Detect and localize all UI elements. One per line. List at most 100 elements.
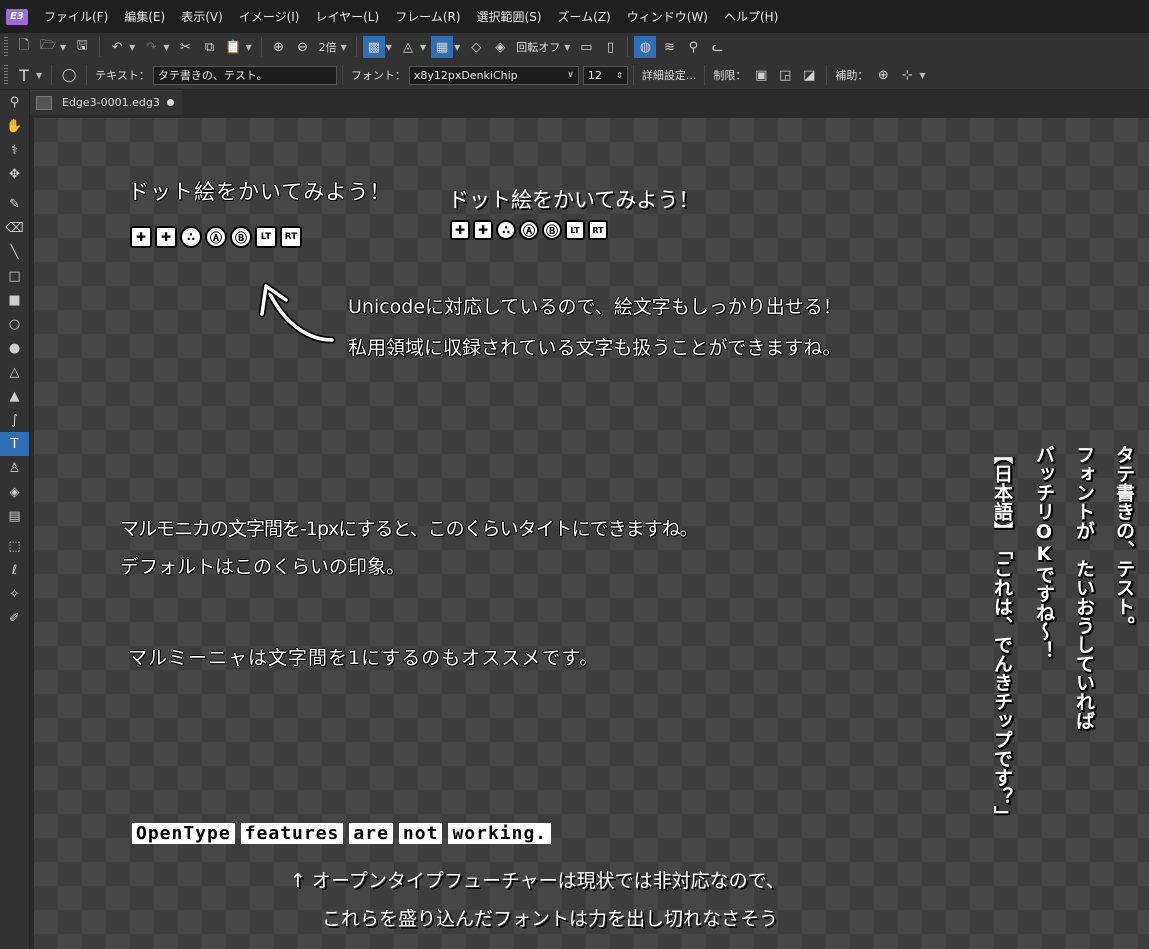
chevron-down-icon[interactable]: ▼ <box>341 43 347 52</box>
layers-icon[interactable]: ≋ <box>658 36 680 58</box>
zoom-in-icon[interactable]: ⊕ <box>268 36 290 58</box>
transparency-grid-icon[interactable]: ▩ <box>362 36 385 58</box>
line-tool-icon[interactable]: ╲ <box>0 240 29 264</box>
selection-pen-tool-icon[interactable]: ✐ <box>0 606 29 630</box>
divider <box>51 65 53 85</box>
flip-vertical-icon[interactable]: ◈ <box>489 36 511 58</box>
menu-edit[interactable]: 編集(E) <box>116 8 173 25</box>
font-size-value: 12 <box>587 68 602 82</box>
eyedropper-tool-icon[interactable]: ⚕ <box>0 138 29 162</box>
menu-layer[interactable]: レイヤー(L) <box>307 8 387 25</box>
text-tool-icon[interactable]: T <box>0 432 29 456</box>
menu-zoom[interactable]: ズーム(Z) <box>550 8 619 25</box>
tile-vertical-icon[interactable]: ▯ <box>599 36 621 58</box>
stepper-arrows-icon: ⇕ <box>616 70 623 80</box>
copy-icon[interactable]: ⧉ <box>198 36 220 58</box>
unsaved-dot-icon[interactable] <box>166 99 174 106</box>
onion-skin-icon[interactable]: ◬ <box>397 36 419 58</box>
font-select[interactable]: x8y12pxDenkiChip ∨ <box>408 65 579 85</box>
font-size-stepper[interactable]: 12 ⇕ <box>582 65 628 85</box>
undo-icon[interactable]: ↶ <box>106 36 128 58</box>
document-tab[interactable]: Edge3-0001.edg3 <box>30 89 182 115</box>
chevron-down-icon: ∨ <box>567 70 574 80</box>
chevron-down-icon[interactable]: ▼ <box>245 43 251 52</box>
main-toolbar: 🗋 🗁 ▼ 🖫 ↶ ▼ ↷ ▼ ✂ ⧉ 📋 ▼ ⊕ ⊖ 2倍 ▼ ▩ ▼ ◬ ▼ ▦ ▼ ◇ ◈… <box>0 33 1149 62</box>
menu-frame[interactable]: フレーム(R) <box>387 8 468 25</box>
chevron-down-icon[interactable]: ▼ <box>163 43 169 52</box>
assist-snap-icon[interactable]: ⊹ <box>896 64 918 86</box>
menu-bar: E3 ファイル(F) 編集(E) 表示(V) イメージ(I) レイヤー(L) フ… <box>0 0 1149 33</box>
rotate-dropdown[interactable]: 回転オフ <box>516 39 560 55</box>
text-label: テキスト： <box>95 69 150 82</box>
menu-file[interactable]: ファイル(F) <box>36 8 116 25</box>
button-b-icon: Ⓑ <box>230 226 252 248</box>
pin-icon[interactable]: ⚲ <box>682 36 704 58</box>
assist-label: 補助： <box>835 69 869 82</box>
grid-icon[interactable]: ▦ <box>431 36 454 58</box>
text-tool-icon[interactable]: T <box>13 64 35 86</box>
paint-bucket-tool-icon[interactable]: ◈ <box>0 480 29 504</box>
tile-horizontal-icon[interactable]: ▭ <box>575 36 597 58</box>
pencil-tool-icon[interactable]: ✎ <box>0 192 29 216</box>
zoom-tool-icon[interactable]: ⚲ <box>0 90 29 114</box>
toolbar-grip[interactable] <box>4 37 8 57</box>
marumonica-line-1: マルモニカの文字間を-1pxにすると、このくらいタイトにできますね。 <box>120 518 699 540</box>
fill-tool-icon[interactable]: ♙ <box>0 456 29 480</box>
menu-view[interactable]: 表示(V) <box>173 8 231 25</box>
new-file-icon[interactable]: 🗋 <box>13 36 35 58</box>
toolbar-grip[interactable] <box>4 65 8 85</box>
polygon-tool-icon[interactable]: △ <box>0 360 29 384</box>
chevron-down-icon[interactable]: ▼ <box>129 43 135 52</box>
cat-icon[interactable]: ᓚ <box>706 36 728 58</box>
menu-window[interactable]: ウィンドウ(W) <box>619 8 716 25</box>
limit-color-icon[interactable]: ◪ <box>798 64 820 86</box>
move-tool-icon[interactable]: ✥ <box>0 162 29 186</box>
chevron-down-icon[interactable]: ▼ <box>36 71 42 80</box>
filled-ellipse-tool-icon[interactable]: ● <box>0 336 29 360</box>
open-folder-icon[interactable]: 🗁 <box>37 36 59 58</box>
marquee-tool-icon[interactable]: ⬚ <box>0 534 29 558</box>
limit-layer-icon[interactable]: ▣ <box>750 64 772 86</box>
save-icon[interactable]: 🖫 <box>71 36 93 58</box>
curve-tool-icon[interactable]: ∫ <box>0 408 29 432</box>
opentype-word: not <box>398 823 443 844</box>
chevron-down-icon[interactable]: ▼ <box>454 43 460 52</box>
flip-horizontal-icon[interactable]: ◇ <box>465 36 487 58</box>
limit-label: 制限： <box>713 69 747 82</box>
chevron-down-icon[interactable]: ▼ <box>60 43 66 52</box>
menu-help[interactable]: ヘルプ(H) <box>716 8 786 25</box>
chevron-down-icon[interactable]: ▼ <box>420 43 426 52</box>
chevron-down-icon[interactable]: ▼ <box>386 43 392 52</box>
palette-icon[interactable]: ◍ <box>634 36 657 58</box>
menu-image[interactable]: イメージ(I) <box>231 8 308 25</box>
opentype-word: working. <box>448 823 552 844</box>
menu-selection[interactable]: 選択範囲(S) <box>469 8 550 25</box>
hand-tool-icon[interactable]: ✋ <box>0 114 29 138</box>
cut-icon[interactable]: ✂ <box>174 36 196 58</box>
redo-icon[interactable]: ↷ <box>140 36 162 58</box>
text-input[interactable] <box>152 65 337 85</box>
paste-icon[interactable]: 📋 <box>222 36 244 58</box>
rectangle-tool-icon[interactable]: □ <box>0 264 29 288</box>
assist-guide-icon[interactable]: ⊕ <box>872 64 894 86</box>
zoom-out-icon[interactable]: ⊖ <box>292 36 314 58</box>
zoom-level-dropdown[interactable]: 2倍 <box>319 39 337 55</box>
gradient-tool-icon[interactable]: ▤ <box>0 504 29 528</box>
chevron-down-icon[interactable]: ▼ <box>564 43 570 52</box>
drawing-canvas[interactable]: ドット絵をかいてみよう！ ✚ ✚ ∴ Ⓐ Ⓑ LT RT ドット絵をかいてみよう… <box>34 118 1149 949</box>
eraser-tool-icon[interactable]: ⌫ <box>0 216 29 240</box>
magic-wand-tool-icon[interactable]: ✧ <box>0 582 29 606</box>
divider <box>355 37 357 57</box>
button-rt-icon: RT <box>588 220 608 240</box>
filled-polygon-tool-icon[interactable]: ▲ <box>0 384 29 408</box>
filled-rectangle-tool-icon[interactable]: ■ <box>0 288 29 312</box>
opentype-word: are <box>349 823 393 844</box>
opentype-note-1: ↑ オープンタイプフューチャーは現状では非対応なので、 <box>290 870 785 892</box>
details-button[interactable]: 詳細設定... <box>642 67 697 83</box>
ellipse-tool-icon[interactable]: ○ <box>0 312 29 336</box>
limit-selection-icon[interactable]: ◲ <box>774 64 796 86</box>
chevron-down-icon[interactable]: ▼ <box>919 71 925 80</box>
vertical-text-col-1: タテ書きの、テスト。 <box>1113 445 1135 635</box>
mouse-icon[interactable]: ◯ <box>58 64 80 86</box>
lasso-tool-icon[interactable]: ℓ <box>0 558 29 582</box>
